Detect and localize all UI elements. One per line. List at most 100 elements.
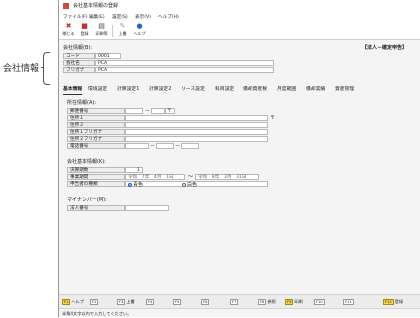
tab-account[interactable]: 科目設定 [215,86,234,94]
radio-unselected-icon [182,182,186,187]
phone-third-field[interactable] [181,143,199,149]
period-start-field[interactable]: 令和 7年 4月 1日 [125,174,185,180]
fiscal-row: 決算期数 1 [67,167,267,173]
period-end-field[interactable]: 令和 8年 3月 31日 [195,174,259,180]
tab-calc1[interactable]: 計算設定1 [117,86,139,94]
code-row: コード 0001 [63,53,183,59]
window-title: 会社基本情報の登録 [73,3,119,9]
phone-dash-2: － [175,143,181,149]
menu-edit[interactable]: 編集(E) [89,13,105,22]
register-button[interactable]: ■ 登録 [77,23,92,38]
period-label: 事業期間 [67,174,125,180]
fkey-f4[interactable]: F4 [146,299,155,305]
function-key-bar: F1 ヘルプ F2 F3 上書 F4 F5 F6 F7 F8 参照 F9 印刷 F10 … [59,294,420,309]
status-bar: 半角4文字以内で入力してください。 [59,308,420,317]
fkey-f12[interactable]: F12 登録 [383,299,403,305]
menu-bar: ファイル(F) 編集(E) 設定(S) 表示(V) ヘルプ(H) [59,13,420,22]
company-name-label: 会社名 [63,60,95,66]
tab-basic[interactable]: 基本情報 [63,86,83,95]
address1-kana-field[interactable] [125,129,268,135]
company-kana-row: フリガナ PCA [63,67,417,73]
company-kana-label: フリガナ [63,67,95,73]
printer-icon: ▤ [98,22,105,30]
close-button[interactable]: ✖ 閉じる [61,23,76,38]
postal-lookup-button[interactable]: 〒 [165,108,175,114]
callout-brace [43,52,50,85]
period-separator: ～ [188,174,194,180]
code-field[interactable]: 0001 [95,53,121,59]
postal-second-field[interactable] [151,108,165,114]
address2-field[interactable] [125,122,268,128]
corp-number-field[interactable] [125,205,169,211]
filing-options: 青色 白色 [125,181,268,188]
postal-dash: － [145,108,151,114]
menu-view[interactable]: 表示(V) [135,13,151,22]
toolbar-separator [112,25,113,37]
mynumber-section-title: マイナンバー(M): [67,197,107,203]
phone-first-field[interactable] [125,143,149,149]
register-icon: ■ [81,22,88,30]
address2-label: 住所２ [67,122,125,128]
period-row: 事業期間 令和 7年 4月 1日 ～ 令和 8年 3月 31日 [67,174,420,180]
tab-asset-management[interactable]: 資産管理 [335,86,354,94]
postal-first-field[interactable] [125,108,143,114]
fiscal-label: 決算期数 [67,167,125,173]
basic-section-title: 会社基本情報(K): [67,159,106,165]
company-name-field[interactable]: PCA [95,60,274,66]
fkey-f10[interactable]: F10 [314,299,326,305]
print-button[interactable]: ▤ 印刷等 [94,23,109,38]
address1-kana-label: 住所１フリガナ [67,129,125,135]
address-section-title: 所在情報(A): [67,100,97,106]
address1-field[interactable] [125,115,268,121]
address1-label: 住所１ [67,115,125,121]
fkey-f2[interactable]: F2 [90,299,99,305]
fkey-f11[interactable]: F11 [343,299,355,305]
filing-white-option[interactable]: 白色 [182,182,197,188]
address1-row: 住所１ 〒 [67,115,420,121]
main-content: 会社情報(B): 【法人－確定申告】 コード 0001 会社名 PCA フリガナ… [59,40,420,294]
postal-row: 郵便番号 － 〒 [67,108,267,114]
mode-label: 【法人－確定申告】 [362,45,408,51]
phone-label: 電話番号 [67,143,125,149]
corp-number-label: 法人番号 [67,205,125,211]
menu-file[interactable]: ファイル(F) [63,13,88,22]
fkey-f5[interactable]: F5 [173,299,182,305]
app-window: 会社基本情報の登録 ファイル(F) 編集(E) 設定(S) 表示(V) ヘルプ(… [58,0,420,317]
app-icon [63,3,69,9]
phone-row: 電話番号 － － [67,143,420,149]
phone-second-field[interactable] [156,143,174,149]
title-bar: 会社基本情報の登録 [59,0,420,13]
address1-kana-row: 住所１フリガナ [67,129,420,135]
filing-label: 申告者の種類 [67,181,125,187]
close-icon: ✖ [65,22,72,30]
fkey-f1[interactable]: F1 ヘルプ [62,299,84,305]
fkey-f7[interactable]: F7 [230,299,239,305]
filing-row: 申告者の種類 青色 白色 [67,181,420,188]
address2-kana-field[interactable] [125,136,268,142]
menu-help[interactable]: ヘルプ(H) [158,13,179,22]
tab-month-range[interactable]: 月度範囲 [277,86,296,94]
overwrite-icon: ✎ [119,22,126,30]
company-name-row: 会社名 PCA [63,60,417,66]
fkey-f3[interactable]: F3 上書 [117,299,135,305]
tab-lease[interactable]: リース設定 [181,86,205,94]
code-label: コード [63,53,95,59]
fkey-f6[interactable]: F6 [201,299,210,305]
company-kana-field[interactable]: PCA [95,67,274,73]
help-button[interactable]: ● ヘルプ [132,23,147,38]
upper-button[interactable]: ✎ 上書 [115,23,130,38]
tab-environment[interactable]: 環境設定 [88,86,107,94]
address2-kana-label: 住所２フリガナ [67,136,125,142]
tab-depreciation-results[interactable]: 償却実績 [306,86,325,94]
filing-blue-option[interactable]: 青色 [128,182,143,188]
fkey-f9[interactable]: F9 印刷 [285,299,303,305]
fiscal-field[interactable]: 1 [125,167,143,173]
phone-dash-1: － [150,143,156,149]
tab-calc2[interactable]: 計算設定2 [149,86,171,94]
tab-depreciation-tax[interactable]: 償却資産税 [243,86,267,94]
corp-number-row: 法人番号 [67,205,267,211]
menu-settings[interactable]: 設定(S) [112,13,128,22]
fkey-f8[interactable]: F8 参照 [258,299,276,305]
address2-kana-row: 住所２フリガナ [67,136,420,142]
address1-postal-icon[interactable]: 〒 [270,115,275,121]
